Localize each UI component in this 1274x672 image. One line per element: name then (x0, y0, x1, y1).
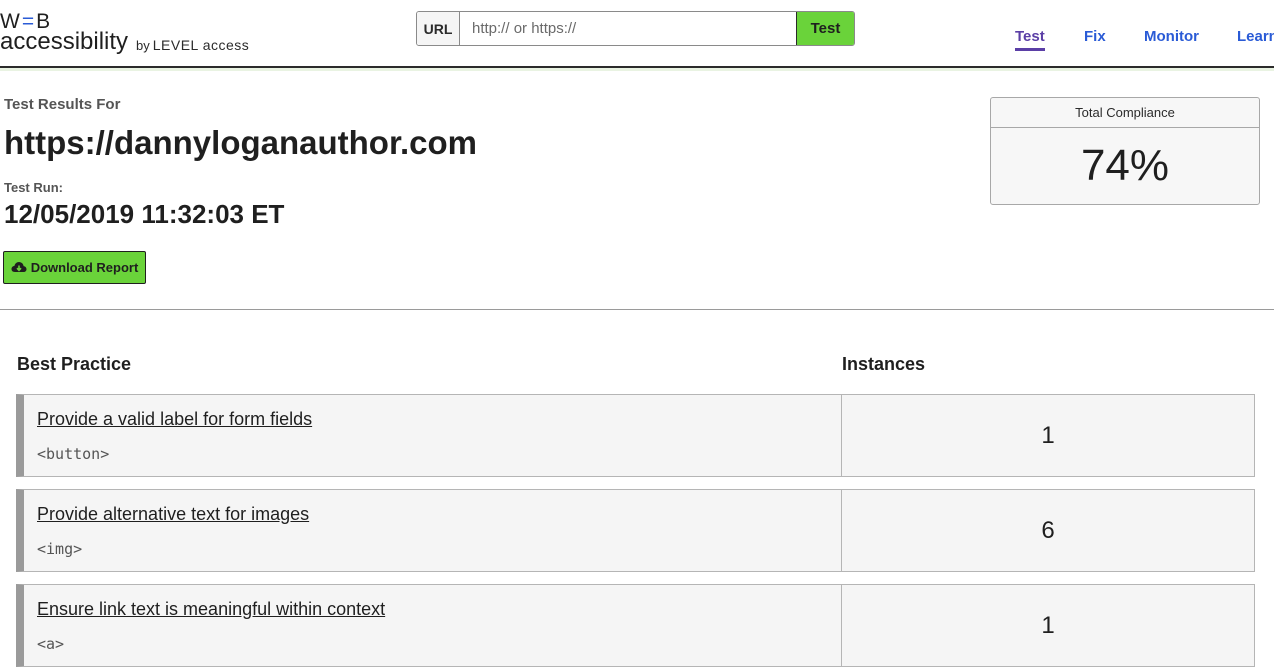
test-run-label: Test Run: (4, 180, 63, 195)
result-row-main: Provide a valid label for form fields <b… (24, 395, 842, 476)
result-row: Provide a valid label for form fields <b… (16, 394, 1255, 477)
test-run-date: 12/05/2019 11:32:03 ET (4, 199, 285, 229)
download-report-label: Download Report (30, 260, 139, 275)
result-row-main: Ensure link text is meaningful within co… (24, 585, 842, 666)
download-report-button[interactable]: Download Report (3, 251, 146, 284)
result-row-instances: 1 (1041, 421, 1055, 449)
result-row-title-link[interactable]: Provide a valid label for form fields (37, 409, 312, 430)
total-compliance-card: Total Compliance 74% (990, 97, 1260, 205)
result-row-instances: 1 (1041, 611, 1055, 639)
results-heading: Test Results For (4, 96, 121, 113)
nav-test[interactable]: Test (1015, 28, 1045, 51)
nav-learn[interactable]: Learn (1237, 28, 1274, 45)
nav-fix[interactable]: Fix (1084, 28, 1106, 45)
site-header: W=B accessibility byLEVEL access URL Tes… (0, 0, 1274, 72)
nav-monitor[interactable]: Monitor (1144, 28, 1199, 45)
result-row-main: Provide alternative text for images <img… (24, 490, 842, 571)
column-header-best-practice: Best Practice (17, 354, 132, 374)
cloud-download-icon (11, 261, 27, 275)
result-row-element-code: <a> (37, 635, 65, 653)
header-divider-accent (0, 68, 1274, 71)
result-row-title-link[interactable]: Ensure link text is meaningful within co… (37, 599, 385, 620)
total-compliance-title: Total Compliance (991, 98, 1259, 128)
main-nav: Test Fix Monitor Learn (0, 28, 1274, 52)
result-row-title-link[interactable]: Provide alternative text for images (37, 504, 309, 525)
tested-site-url: https://dannyloganauthor.com (4, 124, 478, 161)
result-row: Provide alternative text for images <img… (16, 489, 1255, 572)
section-divider (0, 309, 1274, 310)
total-compliance-value: 74% (1080, 141, 1170, 190)
result-row-element-code: <button> (37, 445, 110, 463)
result-row: Ensure link text is meaningful within co… (16, 584, 1255, 667)
result-row-element-code: <img> (37, 540, 83, 558)
column-header-instances: Instances (842, 354, 926, 374)
result-row-instances: 6 (1041, 516, 1055, 544)
